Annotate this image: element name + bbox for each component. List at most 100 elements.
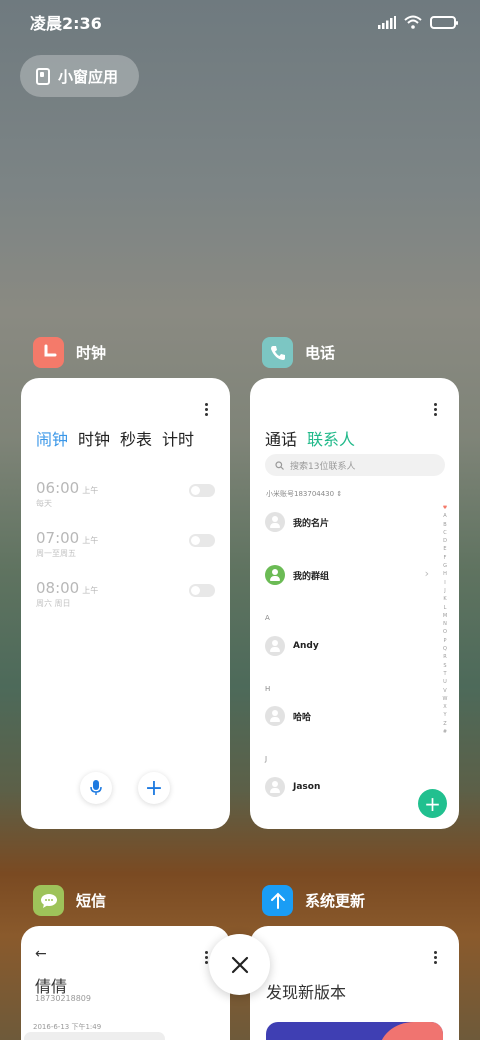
index-letter[interactable]: D bbox=[443, 537, 447, 545]
alarm-toggle[interactable] bbox=[189, 584, 215, 597]
update-app-name: 系统更新 bbox=[305, 892, 366, 910]
index-letter[interactable]: J bbox=[444, 587, 445, 595]
alarm-ampm: 上午 bbox=[82, 536, 99, 545]
account-label: 小米账号183704430 bbox=[266, 490, 335, 498]
index-letter[interactable]: R bbox=[443, 653, 446, 661]
alarm-item[interactable]: 07:00 上午 周一至周五 bbox=[36, 528, 215, 568]
alarm-ampm: 上午 bbox=[82, 486, 99, 495]
alarm-time: 07:00 bbox=[36, 529, 80, 547]
tab-timer[interactable]: 计时 bbox=[162, 426, 194, 450]
add-contact-button[interactable]: + bbox=[418, 789, 447, 818]
signal-icon bbox=[378, 15, 396, 29]
alarm-ampm: 上午 bbox=[82, 586, 99, 595]
my-card-label: 我的名片 bbox=[293, 518, 330, 529]
my-card-item[interactable]: 我的名片 bbox=[265, 512, 329, 532]
battery-icon bbox=[430, 15, 458, 29]
index-letter[interactable]: O bbox=[443, 628, 447, 636]
index-letter[interactable]: G bbox=[443, 562, 447, 570]
contact-item[interactable]: Jason bbox=[265, 777, 320, 797]
contact-name: 哈哈 bbox=[293, 712, 312, 723]
alarm-item[interactable]: 06:00 上午 每天 bbox=[36, 478, 215, 518]
index-letter[interactable]: X bbox=[443, 703, 446, 711]
alarm-time: 06:00 bbox=[36, 479, 80, 497]
phone-tabs: 通话 联系人 bbox=[265, 426, 355, 450]
voice-alarm-button[interactable] bbox=[80, 772, 112, 804]
index-letter[interactable]: F bbox=[444, 554, 447, 562]
contact-item[interactable]: Andy bbox=[265, 636, 319, 656]
add-alarm-button[interactable]: + bbox=[138, 772, 170, 804]
avatar bbox=[265, 777, 285, 797]
clock-app-header[interactable]: 时钟 bbox=[33, 337, 106, 368]
tab-calls[interactable]: 通话 bbox=[265, 426, 297, 450]
index-letter[interactable]: N bbox=[443, 620, 447, 628]
phone-more-icon[interactable] bbox=[434, 403, 438, 416]
index-letter[interactable]: I bbox=[444, 579, 445, 587]
avatar bbox=[265, 636, 285, 656]
search-placeholder: 搜索13位联系人 bbox=[290, 461, 356, 472]
clock-app-card[interactable]: 闹钟 时钟 秒表 计时 06:00 上午 每天 07:00 上午 周一至周五 08:… bbox=[21, 378, 230, 829]
alphabet-index[interactable]: ♥ A B C D E F G H I J K L M N O P Q R S T U V W X Y Z # bbox=[441, 504, 449, 736]
index-letter[interactable]: Q bbox=[443, 645, 447, 653]
contact-name: Jason bbox=[293, 782, 321, 792]
contact-search-input[interactable]: 搜索13位联系人 bbox=[265, 454, 445, 476]
clock-app-name: 时钟 bbox=[76, 344, 107, 362]
phone-app-name: 电话 bbox=[305, 344, 336, 362]
alarm-toggle[interactable] bbox=[189, 534, 215, 547]
index-letter[interactable]: L bbox=[444, 604, 447, 612]
index-letter[interactable]: K bbox=[443, 595, 446, 603]
alarm-repeat: 周六 周日 bbox=[36, 599, 71, 608]
chevron-right-icon: › bbox=[424, 567, 429, 580]
plus-icon: + bbox=[424, 791, 441, 816]
clock-more-icon[interactable] bbox=[205, 403, 209, 416]
index-letter[interactable]: M bbox=[443, 612, 447, 620]
index-letter[interactable]: ♥ bbox=[443, 504, 447, 512]
index-letter[interactable]: Y bbox=[443, 711, 446, 719]
account-selector[interactable]: 小米账号183704430 ⇕ bbox=[266, 489, 342, 499]
floating-window-icon bbox=[36, 67, 50, 85]
update-app-card[interactable]: 发现新版本 bbox=[250, 926, 459, 1040]
update-app-header[interactable]: 系统更新 bbox=[262, 885, 365, 916]
close-all-button[interactable] bbox=[209, 934, 270, 995]
index-letter[interactable]: C bbox=[443, 529, 447, 537]
alarm-repeat: 周一至周五 bbox=[36, 549, 76, 558]
floating-window-button[interactable]: 小窗应用 bbox=[20, 55, 139, 97]
phone-app-card[interactable]: 通话 联系人 搜索13位联系人 小米账号183704430 ⇕ 我的名片 我的群… bbox=[250, 378, 459, 829]
message-icon bbox=[33, 885, 64, 916]
tab-alarm[interactable]: 闹钟 bbox=[36, 426, 68, 450]
index-letter[interactable]: T bbox=[443, 670, 446, 678]
contact-item[interactable]: 哈哈 bbox=[265, 706, 311, 726]
status-icons bbox=[378, 15, 458, 29]
my-groups-item[interactable]: 我的群组 bbox=[265, 565, 429, 585]
index-letter[interactable]: A bbox=[443, 512, 446, 520]
index-letter[interactable]: S bbox=[443, 662, 446, 670]
index-letter[interactable]: # bbox=[443, 728, 447, 736]
tab-clock[interactable]: 时钟 bbox=[78, 426, 110, 450]
alarm-time: 08:00 bbox=[36, 579, 80, 597]
index-letter[interactable]: H bbox=[443, 570, 447, 578]
floating-window-label: 小窗应用 bbox=[58, 67, 119, 86]
index-letter[interactable]: W bbox=[443, 695, 448, 703]
chevron-updown-icon: ⇕ bbox=[336, 490, 343, 498]
index-letter[interactable]: E bbox=[443, 545, 446, 553]
phone-app-header[interactable]: 电话 bbox=[262, 337, 335, 368]
sms-contact-number: 18730218809 bbox=[35, 994, 91, 1003]
sms-app-header[interactable]: 短信 bbox=[33, 885, 106, 916]
section-letter: A bbox=[265, 614, 270, 622]
section-letter: H bbox=[265, 685, 271, 693]
index-letter[interactable]: B bbox=[443, 521, 446, 529]
alarm-item[interactable]: 08:00 上午 周六 周日 bbox=[36, 578, 215, 618]
index-letter[interactable]: U bbox=[443, 678, 447, 686]
update-more-icon[interactable] bbox=[434, 951, 438, 964]
my-groups-label: 我的群组 bbox=[293, 571, 330, 582]
index-letter[interactable]: Z bbox=[443, 720, 446, 728]
tab-stopwatch[interactable]: 秒表 bbox=[120, 426, 152, 450]
avatar bbox=[265, 706, 285, 726]
alarm-toggle[interactable] bbox=[189, 484, 215, 497]
index-letter[interactable]: P bbox=[443, 637, 446, 645]
group-avatar bbox=[265, 565, 285, 585]
sms-app-card[interactable]: ← 倩倩 18730218809 2016-6-13 下午1:49 bbox=[21, 926, 230, 1040]
tab-contacts[interactable]: 联系人 bbox=[307, 426, 355, 450]
message-bubble bbox=[24, 1032, 165, 1040]
index-letter[interactable]: V bbox=[443, 687, 446, 695]
back-arrow-icon[interactable]: ← bbox=[35, 946, 47, 962]
